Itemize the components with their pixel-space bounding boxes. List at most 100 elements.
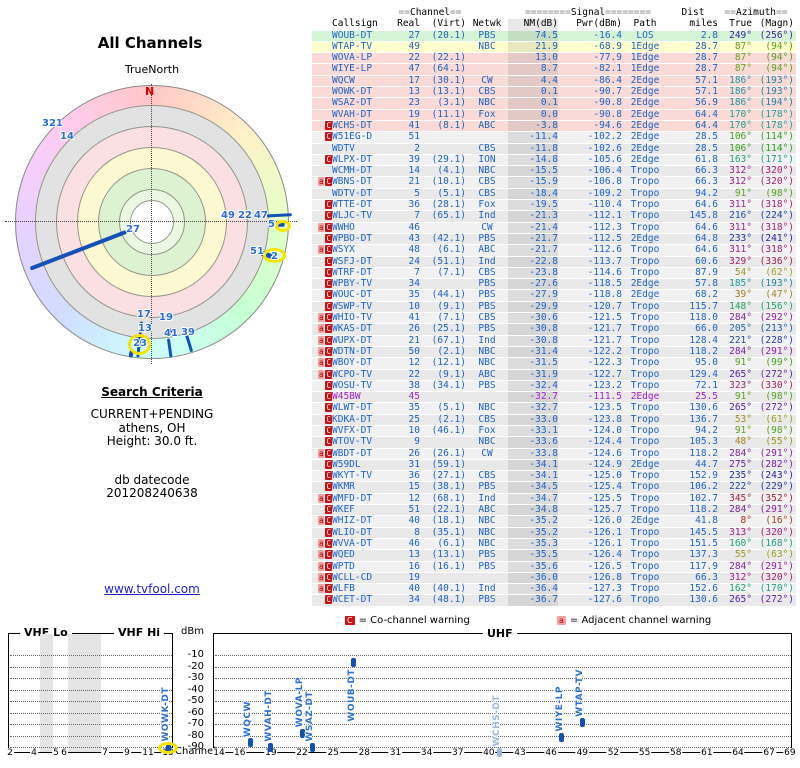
virtual-channel-cell: (42.1) — [431, 232, 466, 244]
network-cell — [466, 53, 508, 63]
azimuth-magnetic-cell: (291°) — [759, 345, 794, 357]
power-cell: -106.4 — [587, 165, 622, 177]
power-cell: -127.3 — [587, 583, 622, 595]
azimuth-true-cell: 265° — [729, 368, 752, 380]
virtual-channel-cell: (22.1) — [431, 504, 466, 516]
callsign-cell: WPTD — [332, 560, 355, 572]
real-channel-cell: 26 — [408, 323, 420, 335]
callsign-cell: WTRF-DT — [332, 266, 373, 278]
azimuth-magnetic-cell: (98°) — [765, 187, 794, 199]
network-cell: Ind — [478, 492, 496, 504]
power-cell: -118.5 — [587, 278, 622, 290]
distance-cell: 41.8 — [695, 515, 718, 527]
azimuth-true-cell: 216° — [729, 210, 752, 222]
network-cell: NBC — [478, 526, 496, 538]
noise-margin-cell: -18.4 — [508, 188, 558, 200]
vhf-gap-band — [68, 634, 101, 752]
distance-cell: 28.5 — [695, 131, 718, 143]
uhf-panel-axis — [213, 752, 792, 753]
callsign-cell: WOVA-LP — [332, 52, 373, 64]
dbm-tick-label: -80 — [187, 729, 204, 741]
power-cell: -125.0 — [587, 470, 622, 482]
noise-margin-cell: -11.8 — [508, 143, 558, 154]
azimuth-true-cell: 323° — [729, 379, 752, 391]
callsign-cell: WCMH-DT — [332, 165, 373, 177]
azimuth-magnetic-cell: (318°) — [759, 199, 794, 211]
azimuth-true-cell: 53° — [734, 413, 752, 425]
vhf-panel-right-border — [172, 633, 173, 753]
noise-margin-cell: -35.6 — [508, 561, 558, 572]
tvfool-link[interactable]: www.tvfool.com — [52, 582, 252, 596]
path-cell: 2Edge — [630, 289, 660, 301]
callsign-cell: WWHO — [332, 221, 355, 233]
virtual-channel-cell: (3.1) — [437, 97, 466, 109]
real-channel-cell: 36 — [408, 470, 420, 482]
azimuth-true-cell: 91° — [734, 357, 752, 369]
virtual-channel-cell: (46.1) — [431, 424, 466, 436]
power-cell: -16.4 — [593, 29, 622, 41]
virtual-channel-cell — [420, 437, 466, 447]
virtual-channel-cell: (5.1) — [437, 187, 466, 199]
network-cell: PBS — [478, 379, 496, 391]
network-cell: NBC — [478, 515, 496, 527]
noise-margin-cell: -34.1 — [508, 470, 558, 482]
noise-margin-cell: 0.0 — [508, 109, 558, 120]
azimuth-true-cell: 55° — [734, 549, 752, 561]
real-channel-cell: 5 — [414, 187, 420, 199]
callsign-cell: WIYE-LP — [332, 63, 373, 75]
noise-margin-cell: -14.8 — [508, 154, 558, 166]
col-real: Real — [397, 18, 420, 30]
distance-cell: 61.8 — [695, 153, 718, 165]
azimuth-true-cell: 91° — [734, 424, 752, 436]
noise-margin-cell: 4.4 — [508, 75, 558, 87]
virtual-channel-cell: (34.1) — [431, 379, 466, 391]
azimuth-true-cell: 91° — [734, 391, 752, 403]
network-cell: Ind — [478, 334, 496, 346]
azimuth-magnetic-cell: (194°) — [759, 97, 794, 109]
azimuth-true-cell: 186° — [729, 86, 752, 98]
distance-cell: 105.3 — [689, 436, 718, 448]
virtual-channel-cell: (9.1) — [437, 300, 466, 312]
real-channel-cell: 51 — [408, 504, 420, 516]
azimuth-true-cell: 312° — [729, 571, 752, 583]
distance-cell: 28.5 — [695, 142, 718, 154]
noise-margin-cell: -33.1 — [508, 425, 558, 437]
spectrum-station-label: WQCW — [243, 700, 254, 737]
callsign-cell: WSWP-TV — [332, 300, 373, 312]
power-cell: -82.1 — [593, 63, 622, 75]
power-cell: -126.5 — [587, 560, 622, 572]
azimuth-true-cell: 284° — [729, 312, 752, 324]
azimuth-magnetic-cell: (193°) — [759, 86, 794, 98]
network-cell: PBS — [478, 289, 496, 301]
azimuth-magnetic-cell: (171°) — [759, 153, 794, 165]
real-channel-cell: 35 — [408, 289, 420, 301]
network-cell: NBC — [478, 402, 496, 414]
azimuth-magnetic-cell: (272°) — [759, 402, 794, 414]
dbm-tick-label: -50 — [187, 695, 204, 706]
callsign-cell: WCHS-DT — [332, 119, 373, 131]
noise-margin-cell: -35.2 — [508, 515, 558, 527]
virtual-channel-cell: (64.1) — [431, 63, 466, 75]
uhf-channel-tick: 49 — [575, 748, 590, 758]
network-cell: NBC — [478, 357, 496, 369]
real-channel-cell: 45 — [408, 391, 420, 403]
uhf-panel-right-border — [791, 633, 792, 753]
uhf-channel-tick: 40 — [482, 748, 496, 758]
azimuth-magnetic-cell: (170°) — [759, 583, 794, 595]
path-cell: Tropo — [630, 549, 660, 561]
callsign-cell: WTTE-DT — [332, 199, 373, 211]
azimuth-true-cell: 222° — [729, 481, 752, 493]
azimuth-magnetic-cell: (16°) — [765, 515, 794, 527]
table-row: C WCET-DT 34 (48.1) PBS -36.7 -127.6 Tropo 130.6… — [312, 595, 796, 607]
table-row: C WLJC-TV 7 (65.1) Ind -21.3 -112.1 Tropo 145.8 2… — [312, 210, 796, 223]
virtual-channel-cell — [420, 144, 466, 154]
virtual-channel-cell — [420, 223, 466, 233]
noise-margin-cell: 74.5 — [508, 30, 558, 41]
power-cell: -123.8 — [587, 413, 622, 425]
distance-cell: 72.1 — [695, 379, 718, 391]
noise-margin-cell: -35.2 — [508, 527, 558, 538]
path-cell: Tropo — [630, 368, 660, 380]
path-cell: Tropo — [630, 481, 660, 493]
path-cell: 2Edge — [630, 108, 660, 120]
noise-margin-cell: -32.4 — [508, 380, 558, 392]
